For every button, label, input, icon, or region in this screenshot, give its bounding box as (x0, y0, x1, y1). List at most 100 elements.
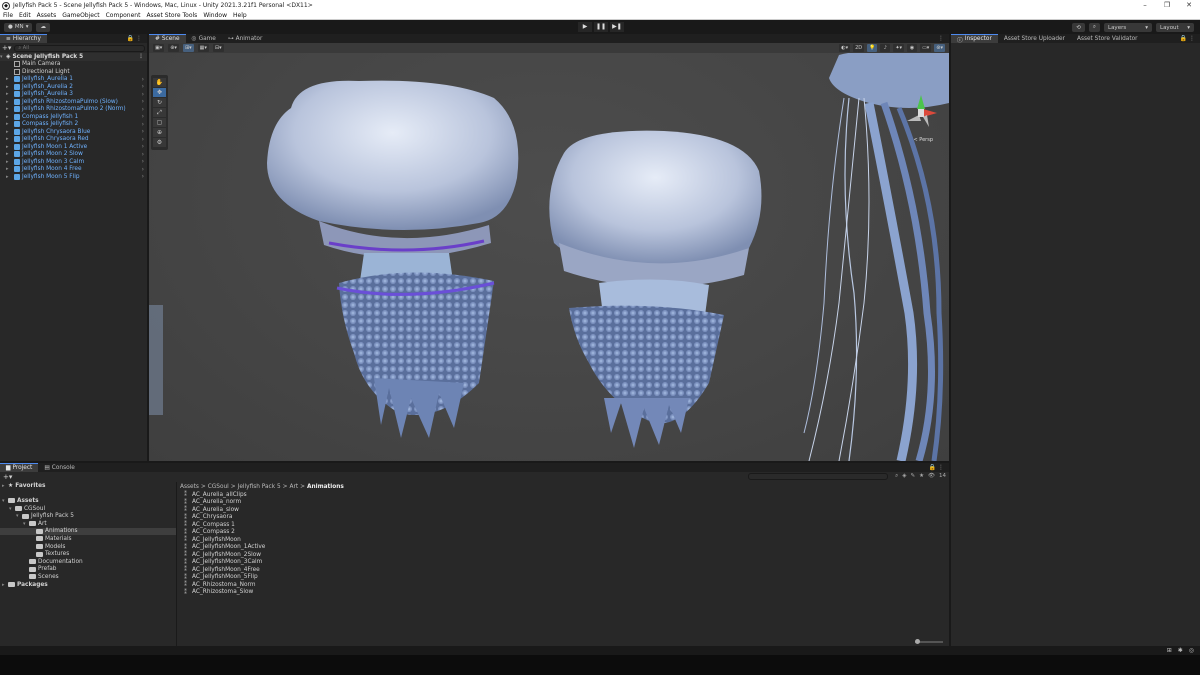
hierarchy-item[interactable]: ▸ Jellyfish_Aurelia 2 › (0, 83, 147, 91)
grid-snap-dropdown[interactable]: ▦▾ (197, 44, 209, 52)
open-prefab-icon[interactable]: › (142, 83, 144, 90)
layers-dropdown[interactable]: Layers ▾ (1104, 23, 1152, 32)
file-item[interactable]: ⁑ AC_Compass 2 (178, 529, 949, 537)
move-tool-button[interactable]: ✥ (153, 88, 166, 97)
open-prefab-icon[interactable]: › (142, 113, 144, 120)
slider-knob[interactable] (915, 639, 920, 644)
hierarchy-item[interactable]: ▸ Jellyfish Chrysaora Red › (0, 136, 147, 144)
breadcrumb-item[interactable]: CGSoul (208, 484, 229, 490)
open-prefab-icon[interactable]: › (142, 166, 144, 173)
open-prefab-icon[interactable]: › (142, 143, 144, 150)
open-prefab-icon[interactable]: › (142, 128, 144, 135)
menu-component[interactable]: Component (103, 12, 144, 19)
tag-icon[interactable]: ✎ (910, 473, 915, 480)
eye-icon[interactable]: 👁 (928, 473, 935, 480)
search-by-type-icon[interactable]: ⌕ (895, 473, 898, 480)
hierarchy-item[interactable]: ▸ Jellyfish_Aurelia 3 › (0, 91, 147, 99)
hierarchy-search-input[interactable]: ⌕ All (14, 44, 145, 52)
hierarchy-item[interactable]: ▸ Compass Jellyfish 1 › (0, 113, 147, 121)
draw-mode-dropdown[interactable]: ▣▾ (153, 44, 165, 52)
open-prefab-icon[interactable]: › (142, 98, 144, 105)
breadcrumb-item[interactable]: Jellyfish Pack 5 (238, 484, 281, 490)
folder-tree-item[interactable]: Scenes (0, 573, 176, 581)
hierarchy-item[interactable]: ▸ Jellyfish RhizostomaPulmo 2 (Norm) › (0, 106, 147, 114)
fx-dropdown[interactable]: ✦▾ (893, 44, 905, 52)
expand-arrow-icon[interactable]: ▸ (6, 129, 12, 135)
tab-inspector[interactable]: ⓘ Inspector (951, 34, 998, 44)
view-tool-button[interactable]: ✋ (153, 78, 166, 87)
orientation-gizmo[interactable] (901, 91, 941, 137)
file-item[interactable]: ⁑ AC_Aurelia_allClips (178, 491, 949, 499)
folder-tree-item[interactable]: Models (0, 543, 176, 551)
folder-tree-item[interactable]: ▾ CGSoul (0, 505, 176, 513)
add-button[interactable]: +▾ (2, 44, 11, 52)
more-icon[interactable]: ⋮ (138, 53, 144, 60)
open-prefab-icon[interactable]: › (142, 91, 144, 98)
open-prefab-icon[interactable]: › (142, 76, 144, 83)
icon-size-slider[interactable] (915, 639, 943, 644)
project-search-input[interactable] (748, 473, 888, 480)
transform-tool-button[interactable]: ⊕ (153, 128, 166, 137)
menu-file[interactable]: File (0, 12, 16, 19)
2d-toggle[interactable]: 2D (853, 44, 865, 52)
open-prefab-icon[interactable]: › (142, 173, 144, 180)
folder-tree-item[interactable]: Materials (0, 535, 176, 543)
open-prefab-icon[interactable]: › (142, 121, 144, 128)
gizmos-dropdown[interactable]: ⊛▾ (934, 44, 945, 52)
rotate-tool-button[interactable]: ↻ (153, 98, 166, 107)
breadcrumb-item[interactable]: Assets (180, 484, 199, 490)
menu-asset-store-tools[interactable]: Asset Store Tools (143, 12, 200, 19)
audio-toggle[interactable]: ♪ (880, 44, 891, 52)
file-item[interactable]: ⁑ AC_JellyfishMoon_3Calm (178, 559, 949, 567)
camera-dropdown[interactable]: ▭▾ (920, 44, 932, 52)
star-icon[interactable]: ★ (919, 473, 924, 480)
tab-project[interactable]: ▆ Project (0, 463, 39, 472)
menu-window[interactable]: Window (200, 12, 230, 19)
file-item[interactable]: ⁑ AC_JellyfishMoon_2Slow (178, 551, 949, 559)
file-item[interactable]: ⁑ AC_JellyfishMoon (178, 536, 949, 544)
undo-history-button[interactable]: ⟲ (1072, 23, 1085, 32)
persp-label[interactable]: < Persp (913, 137, 933, 143)
tab-console[interactable]: ▤ Console (38, 463, 81, 472)
folder-tree-item[interactable]: ▸ Packages (0, 581, 176, 589)
play-button[interactable]: ▶ (578, 22, 592, 32)
add-button[interactable]: +▾ (3, 473, 12, 481)
scene-canvas[interactable]: ✋ ✥ ↻ ⤢ ▢ ⊕ ⚙ < Persp (149, 50, 949, 461)
scene-root-row[interactable]: ▾ ◈ Scene Jellyfish Pack 5 ⋮ (0, 53, 147, 61)
hierarchy-item[interactable]: ▸ Compass Jellyfish 2 › (0, 121, 147, 129)
folder-tree-item[interactable]: ▾ Assets (0, 497, 176, 505)
maximize-button[interactable]: ❐ (1156, 0, 1178, 11)
tab-asset-store-uploader[interactable]: Asset Store Uploader (998, 34, 1071, 43)
menu-edit[interactable]: Edit (16, 12, 34, 19)
folder-tree-item[interactable]: ▾ Art (0, 520, 176, 528)
expand-arrow-icon[interactable]: ▸ (6, 174, 12, 180)
file-item[interactable]: ⁑ AC_Chrysaora (178, 514, 949, 522)
scale-tool-button[interactable]: ⤢ (153, 108, 166, 117)
breadcrumb-item[interactable]: Animations (307, 484, 344, 490)
hierarchy-item[interactable]: ▸ Jellyfish Moon 1 Active › (0, 143, 147, 151)
menu-assets[interactable]: Assets (34, 12, 60, 19)
folder-tree-item[interactable]: Animations (0, 527, 176, 536)
jellyfish-2[interactable] (549, 130, 762, 448)
menu-gameobject[interactable]: GameObject (59, 12, 102, 19)
open-prefab-icon[interactable]: › (142, 151, 144, 158)
hidden-objects-toggle[interactable]: ◉ (907, 44, 918, 52)
expand-arrow-icon[interactable]: ▸ (6, 144, 12, 150)
hierarchy-item[interactable]: ▸ Jellyfish Moon 5 Flip › (0, 173, 147, 181)
file-item[interactable]: ⁑ AC_JellyfishMoon_1Active (178, 544, 949, 552)
expand-arrow-icon[interactable]: ▸ (6, 159, 12, 165)
hierarchy-item[interactable]: ▸ Jellyfish Moon 4 Free › (0, 166, 147, 174)
search-button[interactable]: ⌕ (1088, 23, 1100, 32)
step-button[interactable]: ▶❚ (610, 22, 624, 32)
global-toggle[interactable]: ⊞▾ (182, 44, 194, 52)
panel-menu-icon[interactable]: 🔒⋮ (127, 34, 144, 43)
account-dropdown[interactable]: ● MN ▾ (4, 22, 33, 32)
expand-arrow-icon[interactable]: ▸ (6, 91, 12, 97)
folder-tree-item[interactable]: ▸ ★ Favorites (0, 482, 176, 490)
custom-tool-button[interactable]: ⚙ (153, 138, 166, 147)
file-item[interactable]: ⁑ AC_JellyfishMoon_5Flip (178, 574, 949, 582)
increment-snap-dropdown[interactable]: ⊟▾ (212, 44, 224, 52)
expand-arrow-icon[interactable]: ▸ (6, 114, 12, 120)
hierarchy-item[interactable]: ▸ Jellyfish Moon 2 Slow › (0, 151, 147, 159)
open-prefab-icon[interactable]: › (142, 106, 144, 113)
